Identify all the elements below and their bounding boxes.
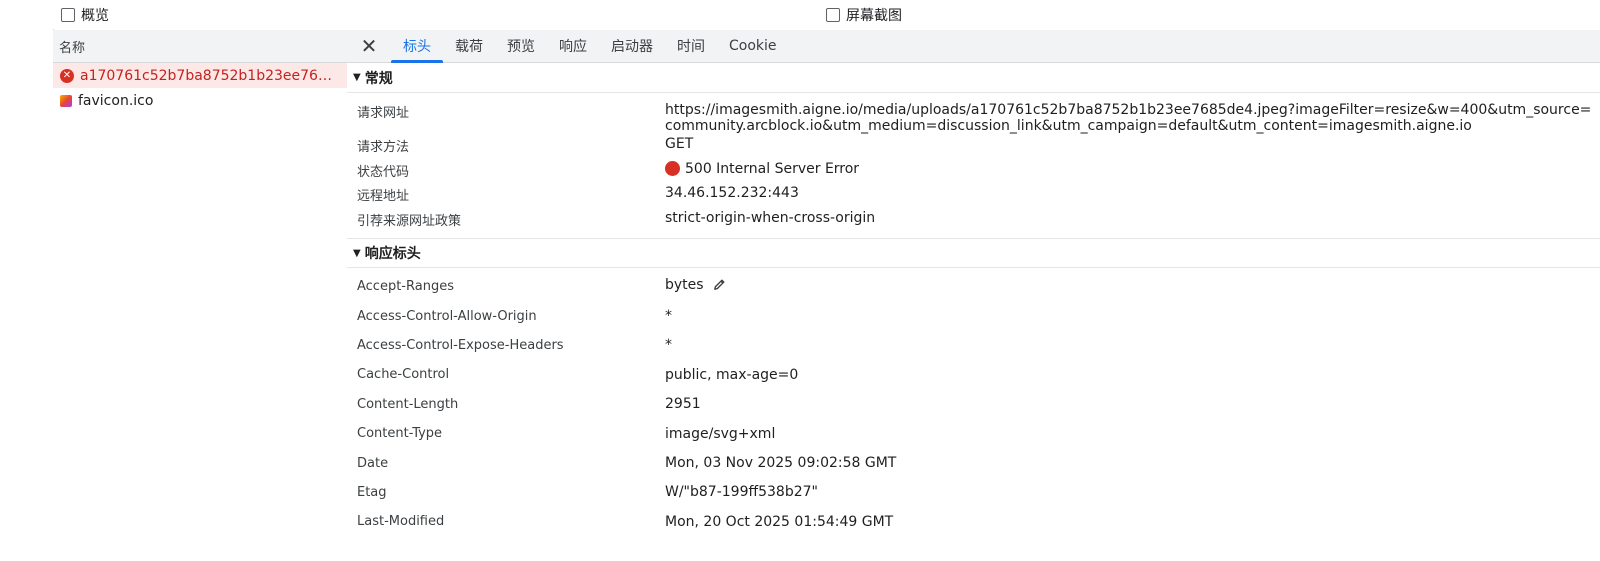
status-text: 500 Internal Server Error [685, 160, 860, 177]
screenshot-option[interactable]: 屏幕截图 [826, 5, 902, 25]
header-key: Access-Control-Expose-Headers [357, 337, 564, 353]
request-name: favicon.ico [78, 92, 154, 109]
general-row: 引荐来源网址政策 strict-origin-when-cross-origin [347, 208, 1600, 233]
tab-preview[interactable]: 预览 [495, 30, 547, 62]
collapse-triangle-icon: ▼ [353, 72, 361, 83]
general-row: 请求网址 https://imagesmith.aigne.io/media/u… [347, 100, 1600, 134]
close-icon[interactable]: ✕ [347, 30, 391, 62]
name-column-label: 名称 [59, 40, 86, 56]
options-row: 概览 屏幕截图 [53, 0, 1600, 29]
tab-initiator[interactable]: 启动器 [599, 30, 665, 62]
header-value: public, max-age=0 [665, 366, 799, 383]
header-key: Content-Type [357, 426, 443, 442]
general-row: 请求方法 GET [347, 134, 1600, 159]
request-row-error[interactable]: ✕ a170761c52b7ba8752b1b23ee768... [53, 63, 347, 88]
header-key: 引荐来源网址政策 [357, 213, 462, 229]
request-row-favicon[interactable]: favicon.ico [53, 88, 347, 113]
response-header-row: Access-Control-Expose-Headers * [347, 331, 1600, 360]
image-file-icon [60, 94, 72, 107]
header-value: image/svg+xml [665, 425, 776, 442]
header-value: Mon, 03 Nov 2025 09:02:58 GMT [665, 455, 897, 472]
response-headers-section-header[interactable]: ▼ 响应标头 [347, 238, 1600, 268]
request-details-pane: ✕ 标头 载荷 预览 响应 启动器 时间 Cookie ▼ 常规 请求网址 ht… [347, 30, 1600, 561]
general-section: 请求网址 https://imagesmith.aigne.io/media/u… [347, 93, 1600, 238]
screenshot-label: 屏幕截图 [846, 8, 902, 24]
general-row: 状态代码 500 Internal Server Error [347, 159, 1600, 184]
header-value: GET [665, 136, 694, 152]
header-value: strict-origin-when-cross-origin [665, 209, 876, 226]
details-tab-bar: ✕ 标头 载荷 预览 响应 启动器 时间 Cookie [347, 30, 1600, 63]
overview-checkbox[interactable] [61, 8, 75, 22]
header-key: Accept-Ranges [357, 279, 454, 295]
header-value-text: bytes [665, 277, 704, 294]
header-key: Cache-Control [357, 367, 450, 383]
overview-label: 概览 [81, 8, 109, 24]
name-column-header[interactable]: 名称 [53, 30, 347, 63]
header-key: Content-Length [357, 396, 459, 412]
header-value: 2951 [665, 396, 701, 413]
overview-option[interactable]: 概览 [61, 5, 109, 25]
response-header-row: Cache-Control public, max-age=0 [347, 360, 1600, 389]
tab-timing[interactable]: 时间 [665, 30, 717, 62]
header-key: 状态代码 [357, 164, 410, 180]
header-value: bytes [665, 277, 1600, 296]
header-value: * [665, 337, 672, 354]
header-value: W/"b87-199ff538b27" [665, 484, 818, 501]
header-value: Mon, 20 Oct 2025 01:54:49 GMT [665, 513, 894, 530]
section-title: 常规 [364, 70, 393, 87]
header-value: * [665, 308, 672, 325]
response-header-row: Content-Type image/svg+xml [347, 419, 1600, 448]
left-gutter [0, 0, 54, 561]
general-section-header[interactable]: ▼ 常规 [347, 63, 1600, 93]
response-header-row: Access-Control-Allow-Origin * [347, 301, 1600, 330]
error-icon: ✕ [60, 68, 74, 83]
general-row: 远程地址 34.46.152.232:443 [347, 183, 1600, 208]
status-code-value: 500 Internal Server Error [665, 160, 1600, 177]
header-key: 请求方法 [357, 140, 410, 155]
header-key: Access-Control-Allow-Origin [357, 308, 537, 324]
status-error-dot-icon [665, 160, 680, 176]
header-key: Date [357, 455, 389, 471]
response-header-row: Content-Length 2951 [347, 390, 1600, 419]
section-title: 响应标头 [364, 246, 421, 262]
request-url-value: https://imagesmith.aigne.io/media/upload… [665, 102, 1592, 134]
request-list-pane: 名称 ✕ a170761c52b7ba8752b1b23ee768... fav… [53, 30, 348, 561]
response-header-row: Last-Modified Mon, 20 Oct 2025 01:54:49 … [347, 507, 1600, 536]
request-name: a170761c52b7ba8752b1b23ee768... [80, 67, 336, 84]
response-header-row: Date Mon, 03 Nov 2025 09:02:58 GMT [347, 448, 1600, 477]
header-key: 远程地址 [357, 189, 410, 204]
header-key: Last-Modified [357, 514, 445, 530]
screenshot-checkbox[interactable] [826, 8, 840, 22]
pencil-icon[interactable] [712, 277, 727, 296]
collapse-triangle-icon: ▼ [353, 247, 361, 259]
response-header-row: Accept-Ranges bytes [347, 272, 1600, 301]
header-key: Etag [357, 484, 387, 500]
response-headers-section: Accept-Ranges bytes Access-Control-Allow… [347, 268, 1600, 537]
tab-response[interactable]: 响应 [547, 30, 599, 62]
header-value: 34.46.152.232:443 [665, 185, 799, 201]
tab-headers[interactable]: 标头 [391, 30, 443, 63]
tab-payload[interactable]: 载荷 [443, 30, 495, 62]
tab-cookies[interactable]: Cookie [717, 30, 789, 62]
response-header-row: Etag W/"b87-199ff538b27" [347, 478, 1600, 507]
header-key: 请求网址 [357, 106, 410, 121]
